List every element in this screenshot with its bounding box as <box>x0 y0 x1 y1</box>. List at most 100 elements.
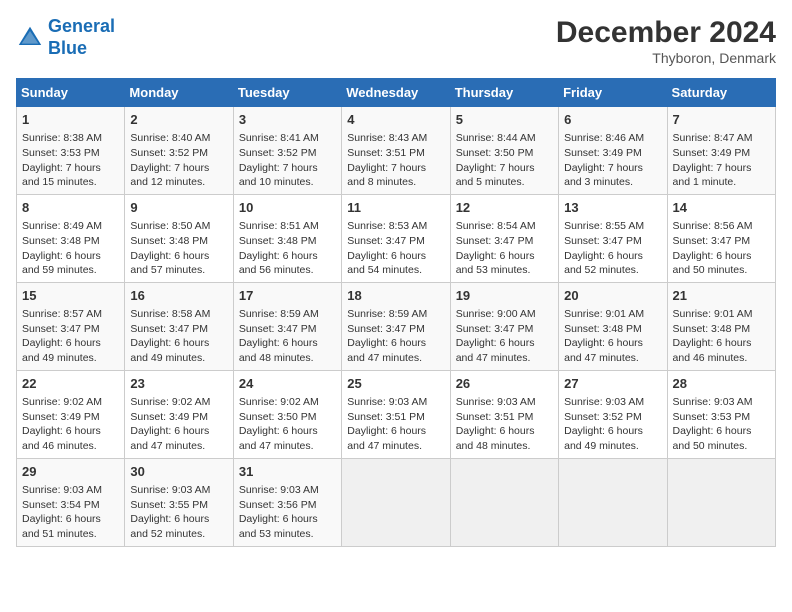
day-number: 17 <box>239 287 336 305</box>
header-thursday: Thursday <box>450 79 558 107</box>
cell-content: Sunrise: 8:54 AM Sunset: 3:47 PM Dayligh… <box>456 219 553 278</box>
day-number: 11 <box>347 199 444 217</box>
calendar-week-5: 29 Sunrise: 9:03 AM Sunset: 3:54 PM Dayl… <box>17 458 776 546</box>
cell-content: Sunrise: 8:51 AM Sunset: 3:48 PM Dayligh… <box>239 219 336 278</box>
cell-content: Sunrise: 9:03 AM Sunset: 3:51 PM Dayligh… <box>456 395 553 454</box>
calendar-week-1: 1 Sunrise: 8:38 AM Sunset: 3:53 PM Dayli… <box>17 107 776 195</box>
calendar-cell: 13 Sunrise: 8:55 AM Sunset: 3:47 PM Dayl… <box>559 194 667 282</box>
calendar-week-3: 15 Sunrise: 8:57 AM Sunset: 3:47 PM Dayl… <box>17 282 776 370</box>
calendar-cell: 23 Sunrise: 9:02 AM Sunset: 3:49 PM Dayl… <box>125 370 233 458</box>
logo: General Blue <box>16 16 115 59</box>
header-monday: Monday <box>125 79 233 107</box>
calendar-cell: 27 Sunrise: 9:03 AM Sunset: 3:52 PM Dayl… <box>559 370 667 458</box>
day-number: 3 <box>239 111 336 129</box>
calendar-cell: 11 Sunrise: 8:53 AM Sunset: 3:47 PM Dayl… <box>342 194 450 282</box>
day-number: 2 <box>130 111 227 129</box>
day-number: 5 <box>456 111 553 129</box>
calendar-cell: 26 Sunrise: 9:03 AM Sunset: 3:51 PM Dayl… <box>450 370 558 458</box>
cell-content: Sunrise: 8:56 AM Sunset: 3:47 PM Dayligh… <box>673 219 770 278</box>
calendar-cell: 21 Sunrise: 9:01 AM Sunset: 3:48 PM Dayl… <box>667 282 775 370</box>
day-number: 22 <box>22 375 119 393</box>
calendar-cell: 30 Sunrise: 9:03 AM Sunset: 3:55 PM Dayl… <box>125 458 233 546</box>
logo-icon <box>16 24 44 52</box>
cell-content: Sunrise: 9:03 AM Sunset: 3:56 PM Dayligh… <box>239 483 336 542</box>
day-number: 15 <box>22 287 119 305</box>
day-number: 12 <box>456 199 553 217</box>
cell-content: Sunrise: 8:40 AM Sunset: 3:52 PM Dayligh… <box>130 131 227 190</box>
month-title: December 2024 <box>556 16 776 50</box>
calendar-cell: 4 Sunrise: 8:43 AM Sunset: 3:51 PM Dayli… <box>342 107 450 195</box>
calendar-cell: 25 Sunrise: 9:03 AM Sunset: 3:51 PM Dayl… <box>342 370 450 458</box>
day-number: 29 <box>22 463 119 481</box>
calendar-cell: 8 Sunrise: 8:49 AM Sunset: 3:48 PM Dayli… <box>17 194 125 282</box>
calendar-cell: 1 Sunrise: 8:38 AM Sunset: 3:53 PM Dayli… <box>17 107 125 195</box>
cell-content: Sunrise: 9:01 AM Sunset: 3:48 PM Dayligh… <box>673 307 770 366</box>
calendar-cell: 14 Sunrise: 8:56 AM Sunset: 3:47 PM Dayl… <box>667 194 775 282</box>
title-block: December 2024 Thyboron, Denmark <box>556 16 776 66</box>
calendar-cell: 20 Sunrise: 9:01 AM Sunset: 3:48 PM Dayl… <box>559 282 667 370</box>
calendar-cell: 12 Sunrise: 8:54 AM Sunset: 3:47 PM Dayl… <box>450 194 558 282</box>
calendar-cell: 3 Sunrise: 8:41 AM Sunset: 3:52 PM Dayli… <box>233 107 341 195</box>
calendar-cell: 18 Sunrise: 8:59 AM Sunset: 3:47 PM Dayl… <box>342 282 450 370</box>
logo-text: General Blue <box>48 16 115 59</box>
day-number: 27 <box>564 375 661 393</box>
header-friday: Friday <box>559 79 667 107</box>
cell-content: Sunrise: 9:03 AM Sunset: 3:54 PM Dayligh… <box>22 483 119 542</box>
calendar-cell: 5 Sunrise: 8:44 AM Sunset: 3:50 PM Dayli… <box>450 107 558 195</box>
day-number: 14 <box>673 199 770 217</box>
header-tuesday: Tuesday <box>233 79 341 107</box>
calendar-cell: 28 Sunrise: 9:03 AM Sunset: 3:53 PM Dayl… <box>667 370 775 458</box>
cell-content: Sunrise: 9:02 AM Sunset: 3:49 PM Dayligh… <box>22 395 119 454</box>
cell-content: Sunrise: 8:57 AM Sunset: 3:47 PM Dayligh… <box>22 307 119 366</box>
calendar-cell: 24 Sunrise: 9:02 AM Sunset: 3:50 PM Dayl… <box>233 370 341 458</box>
calendar-cell <box>667 458 775 546</box>
calendar-table: SundayMondayTuesdayWednesdayThursdayFrid… <box>16 78 776 547</box>
day-number: 20 <box>564 287 661 305</box>
calendar-cell: 6 Sunrise: 8:46 AM Sunset: 3:49 PM Dayli… <box>559 107 667 195</box>
calendar-header-row: SundayMondayTuesdayWednesdayThursdayFrid… <box>17 79 776 107</box>
day-number: 18 <box>347 287 444 305</box>
cell-content: Sunrise: 8:55 AM Sunset: 3:47 PM Dayligh… <box>564 219 661 278</box>
cell-content: Sunrise: 8:59 AM Sunset: 3:47 PM Dayligh… <box>347 307 444 366</box>
day-number: 8 <box>22 199 119 217</box>
cell-content: Sunrise: 9:00 AM Sunset: 3:47 PM Dayligh… <box>456 307 553 366</box>
cell-content: Sunrise: 9:03 AM Sunset: 3:52 PM Dayligh… <box>564 395 661 454</box>
calendar-cell: 15 Sunrise: 8:57 AM Sunset: 3:47 PM Dayl… <box>17 282 125 370</box>
day-number: 10 <box>239 199 336 217</box>
cell-content: Sunrise: 8:43 AM Sunset: 3:51 PM Dayligh… <box>347 131 444 190</box>
cell-content: Sunrise: 8:41 AM Sunset: 3:52 PM Dayligh… <box>239 131 336 190</box>
day-number: 26 <box>456 375 553 393</box>
day-number: 30 <box>130 463 227 481</box>
logo-line2: Blue <box>48 38 87 58</box>
cell-content: Sunrise: 8:49 AM Sunset: 3:48 PM Dayligh… <box>22 219 119 278</box>
day-number: 13 <box>564 199 661 217</box>
day-number: 6 <box>564 111 661 129</box>
day-number: 4 <box>347 111 444 129</box>
cell-content: Sunrise: 8:59 AM Sunset: 3:47 PM Dayligh… <box>239 307 336 366</box>
cell-content: Sunrise: 9:03 AM Sunset: 3:51 PM Dayligh… <box>347 395 444 454</box>
calendar-cell: 10 Sunrise: 8:51 AM Sunset: 3:48 PM Dayl… <box>233 194 341 282</box>
cell-content: Sunrise: 8:46 AM Sunset: 3:49 PM Dayligh… <box>564 131 661 190</box>
cell-content: Sunrise: 8:44 AM Sunset: 3:50 PM Dayligh… <box>456 131 553 190</box>
cell-content: Sunrise: 9:02 AM Sunset: 3:50 PM Dayligh… <box>239 395 336 454</box>
calendar-cell: 29 Sunrise: 9:03 AM Sunset: 3:54 PM Dayl… <box>17 458 125 546</box>
calendar-cell: 7 Sunrise: 8:47 AM Sunset: 3:49 PM Dayli… <box>667 107 775 195</box>
cell-content: Sunrise: 9:03 AM Sunset: 3:53 PM Dayligh… <box>673 395 770 454</box>
calendar-cell: 22 Sunrise: 9:02 AM Sunset: 3:49 PM Dayl… <box>17 370 125 458</box>
day-number: 28 <box>673 375 770 393</box>
cell-content: Sunrise: 8:58 AM Sunset: 3:47 PM Dayligh… <box>130 307 227 366</box>
cell-content: Sunrise: 8:38 AM Sunset: 3:53 PM Dayligh… <box>22 131 119 190</box>
calendar-cell: 31 Sunrise: 9:03 AM Sunset: 3:56 PM Dayl… <box>233 458 341 546</box>
day-number: 31 <box>239 463 336 481</box>
calendar-cell <box>342 458 450 546</box>
calendar-cell: 17 Sunrise: 8:59 AM Sunset: 3:47 PM Dayl… <box>233 282 341 370</box>
cell-content: Sunrise: 9:01 AM Sunset: 3:48 PM Dayligh… <box>564 307 661 366</box>
calendar-cell <box>559 458 667 546</box>
cell-content: Sunrise: 9:02 AM Sunset: 3:49 PM Dayligh… <box>130 395 227 454</box>
location: Thyboron, Denmark <box>556 50 776 66</box>
calendar-cell: 16 Sunrise: 8:58 AM Sunset: 3:47 PM Dayl… <box>125 282 233 370</box>
header-saturday: Saturday <box>667 79 775 107</box>
calendar-cell: 2 Sunrise: 8:40 AM Sunset: 3:52 PM Dayli… <box>125 107 233 195</box>
day-number: 25 <box>347 375 444 393</box>
cell-content: Sunrise: 8:53 AM Sunset: 3:47 PM Dayligh… <box>347 219 444 278</box>
